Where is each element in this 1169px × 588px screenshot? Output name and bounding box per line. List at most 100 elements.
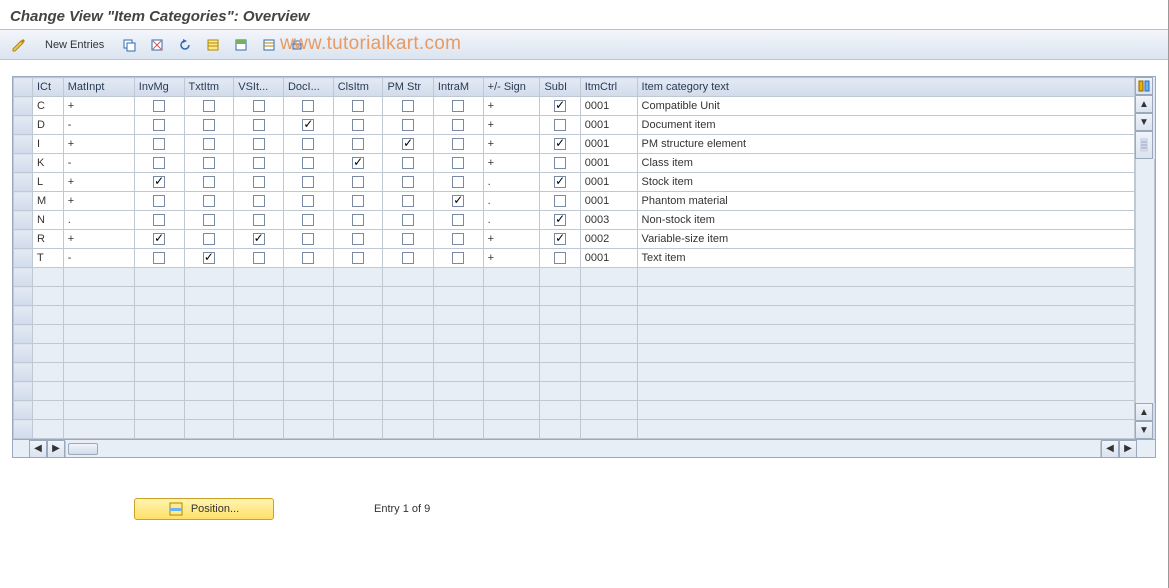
cell[interactable]: .: [483, 192, 540, 211]
cell[interactable]: [383, 135, 433, 154]
cell[interactable]: [184, 230, 234, 249]
cell[interactable]: [283, 230, 333, 249]
cell[interactable]: -: [63, 249, 134, 268]
checkbox[interactable]: [153, 252, 165, 264]
checkbox[interactable]: [402, 233, 414, 245]
cell[interactable]: Compatible Unit: [637, 97, 1134, 116]
scroll-left2-icon[interactable]: ◀: [1101, 440, 1119, 458]
copy-as-icon[interactable]: [117, 34, 141, 56]
cell[interactable]: [333, 116, 383, 135]
column-header[interactable]: TxtItm: [184, 78, 234, 97]
cell[interactable]: 0001: [580, 116, 637, 135]
cell[interactable]: [383, 154, 433, 173]
cell[interactable]: [333, 135, 383, 154]
cell[interactable]: N: [32, 211, 63, 230]
cell[interactable]: Stock item: [637, 173, 1134, 192]
cell[interactable]: +: [483, 230, 540, 249]
checkbox[interactable]: [253, 176, 265, 188]
cell[interactable]: [333, 154, 383, 173]
checkbox[interactable]: [402, 119, 414, 131]
cell[interactable]: [134, 135, 184, 154]
row-selector[interactable]: [14, 192, 33, 211]
scroll-up2-icon[interactable]: ▲: [1135, 403, 1153, 421]
checkbox[interactable]: [302, 100, 314, 112]
cell[interactable]: [540, 135, 580, 154]
cell[interactable]: [433, 154, 483, 173]
cell[interactable]: Text item: [637, 249, 1134, 268]
checkbox[interactable]: [253, 214, 265, 226]
checkbox[interactable]: [253, 157, 265, 169]
checkbox[interactable]: [153, 119, 165, 131]
cell[interactable]: [184, 192, 234, 211]
row-selector[interactable]: [14, 249, 33, 268]
checkbox[interactable]: [302, 176, 314, 188]
deselect-all-icon[interactable]: [257, 34, 281, 56]
cell[interactable]: [134, 192, 184, 211]
column-header[interactable]: DocI...: [283, 78, 333, 97]
checkbox[interactable]: [253, 138, 265, 150]
checkbox[interactable]: [452, 252, 464, 264]
row-selector[interactable]: [14, 154, 33, 173]
checkbox[interactable]: [203, 138, 215, 150]
column-header[interactable]: +/- Sign: [483, 78, 540, 97]
cell[interactable]: L: [32, 173, 63, 192]
checkbox[interactable]: [452, 119, 464, 131]
row-selector[interactable]: [14, 116, 33, 135]
cell[interactable]: [134, 211, 184, 230]
checkbox[interactable]: [402, 214, 414, 226]
checkbox[interactable]: [402, 176, 414, 188]
hscroll-thumb[interactable]: [68, 443, 98, 455]
cell[interactable]: Document item: [637, 116, 1134, 135]
checkbox[interactable]: [352, 176, 364, 188]
row-selector[interactable]: [14, 382, 33, 401]
scroll-marker-icon[interactable]: [1135, 131, 1153, 159]
cell[interactable]: PM structure element: [637, 135, 1134, 154]
cell[interactable]: Class item: [637, 154, 1134, 173]
checkbox[interactable]: [452, 176, 464, 188]
cell[interactable]: [283, 249, 333, 268]
row-selector[interactable]: [14, 211, 33, 230]
cell[interactable]: [540, 97, 580, 116]
checkbox[interactable]: [153, 195, 165, 207]
checkbox[interactable]: [402, 100, 414, 112]
cell[interactable]: [540, 211, 580, 230]
checkbox[interactable]: [352, 138, 364, 150]
cell[interactable]: [383, 116, 433, 135]
cell[interactable]: [184, 249, 234, 268]
select-all-icon[interactable]: [201, 34, 225, 56]
cell[interactable]: [234, 116, 284, 135]
select-block-icon[interactable]: [229, 34, 253, 56]
checkbox[interactable]: [352, 195, 364, 207]
row-selector[interactable]: [14, 344, 33, 363]
cell[interactable]: [540, 230, 580, 249]
cell[interactable]: [383, 249, 433, 268]
checkbox[interactable]: [253, 100, 265, 112]
column-header[interactable]: ICt: [32, 78, 63, 97]
cell[interactable]: +: [483, 249, 540, 268]
checkbox[interactable]: [203, 119, 215, 131]
cell[interactable]: [234, 97, 284, 116]
checkbox[interactable]: [153, 100, 165, 112]
column-header[interactable]: InvMg: [134, 78, 184, 97]
checkbox[interactable]: [554, 214, 566, 226]
cell[interactable]: [540, 116, 580, 135]
cell[interactable]: [333, 211, 383, 230]
row-selector-header[interactable]: [14, 78, 33, 97]
cell[interactable]: 0001: [580, 173, 637, 192]
configure-columns-icon[interactable]: [1135, 77, 1153, 95]
cell[interactable]: M: [32, 192, 63, 211]
checkbox[interactable]: [253, 252, 265, 264]
checkbox[interactable]: [452, 138, 464, 150]
checkbox[interactable]: [253, 233, 265, 245]
scroll-down2-icon[interactable]: ▼: [1135, 421, 1153, 439]
checkbox[interactable]: [402, 157, 414, 169]
cell[interactable]: [540, 154, 580, 173]
cell[interactable]: R: [32, 230, 63, 249]
checkbox[interactable]: [352, 119, 364, 131]
checkbox[interactable]: [203, 157, 215, 169]
cell[interactable]: [333, 249, 383, 268]
cell[interactable]: [234, 135, 284, 154]
cell[interactable]: [234, 154, 284, 173]
cell[interactable]: [383, 192, 433, 211]
checkbox[interactable]: [302, 252, 314, 264]
